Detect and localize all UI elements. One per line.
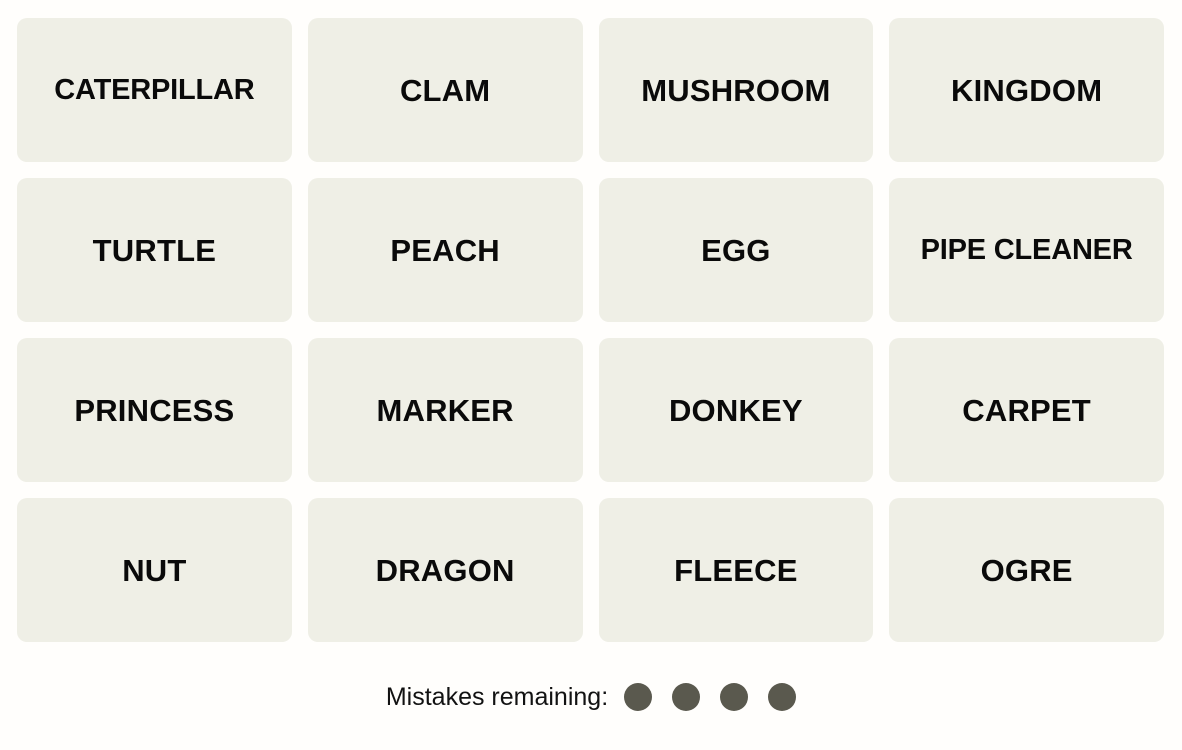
word-tile-label: EGG <box>701 232 771 268</box>
word-tile-turtle[interactable]: TURTLE <box>17 178 292 322</box>
word-tile-label: OGRE <box>980 552 1073 588</box>
word-tile-nut[interactable]: NUT <box>17 498 292 642</box>
mistakes-remaining: Mistakes remaining: <box>0 683 1182 711</box>
word-tile-label: DRAGON <box>375 552 515 588</box>
word-tile-kingdom[interactable]: KINGDOM <box>889 18 1164 162</box>
word-tile-label: TURTLE <box>92 232 217 268</box>
word-tile-marker[interactable]: MARKER <box>307 338 583 482</box>
word-tile-caterpillar[interactable]: CATERPILLAR <box>17 18 292 162</box>
word-tile-label: PRINCESS <box>74 392 235 428</box>
word-tile-pipe-cleaner[interactable]: PIPE CLEANER <box>889 178 1164 322</box>
word-tile-label: PEACH <box>390 232 500 268</box>
word-tile-grid: CATERPILLAR CLAM MUSHROOM KINGDOM TURTLE… <box>17 18 1164 642</box>
mistakes-dot-group <box>624 683 797 711</box>
word-tile-label: PIPE CLEANER <box>920 233 1133 266</box>
word-tile-fleece[interactable]: FLEECE <box>598 498 874 642</box>
word-tile-label: KINGDOM <box>951 72 1103 108</box>
word-tile-egg[interactable]: EGG <box>598 178 874 322</box>
mistake-dot-icon <box>624 683 653 711</box>
word-tile-label: CATERPILLAR <box>54 73 255 106</box>
word-tile-label: CARPET <box>962 392 1091 428</box>
word-tile-carpet[interactable]: CARPET <box>889 338 1164 482</box>
word-tile-label: CLAM <box>399 72 491 108</box>
connections-game-board: CATERPILLAR CLAM MUSHROOM KINGDOM TURTLE… <box>0 0 1182 750</box>
word-tile-clam[interactable]: CLAM <box>307 18 583 162</box>
mistake-dot-icon <box>672 683 701 711</box>
word-tile-label: MARKER <box>376 392 514 428</box>
word-tile-label: FLEECE <box>674 552 798 588</box>
word-tile-peach[interactable]: PEACH <box>307 178 583 322</box>
word-tile-label: DONKEY <box>668 392 803 428</box>
word-tile-ogre[interactable]: OGRE <box>889 498 1164 642</box>
word-tile-label: MUSHROOM <box>641 72 831 108</box>
mistake-dot-icon <box>768 683 797 711</box>
word-tile-donkey[interactable]: DONKEY <box>598 338 874 482</box>
mistake-dot-icon <box>720 683 749 711</box>
mistakes-remaining-label: Mistakes remaining: <box>385 682 609 711</box>
word-tile-mushroom[interactable]: MUSHROOM <box>598 18 874 162</box>
word-tile-princess[interactable]: PRINCESS <box>17 338 292 482</box>
word-tile-label: NUT <box>122 552 187 588</box>
word-tile-dragon[interactable]: DRAGON <box>307 498 583 642</box>
